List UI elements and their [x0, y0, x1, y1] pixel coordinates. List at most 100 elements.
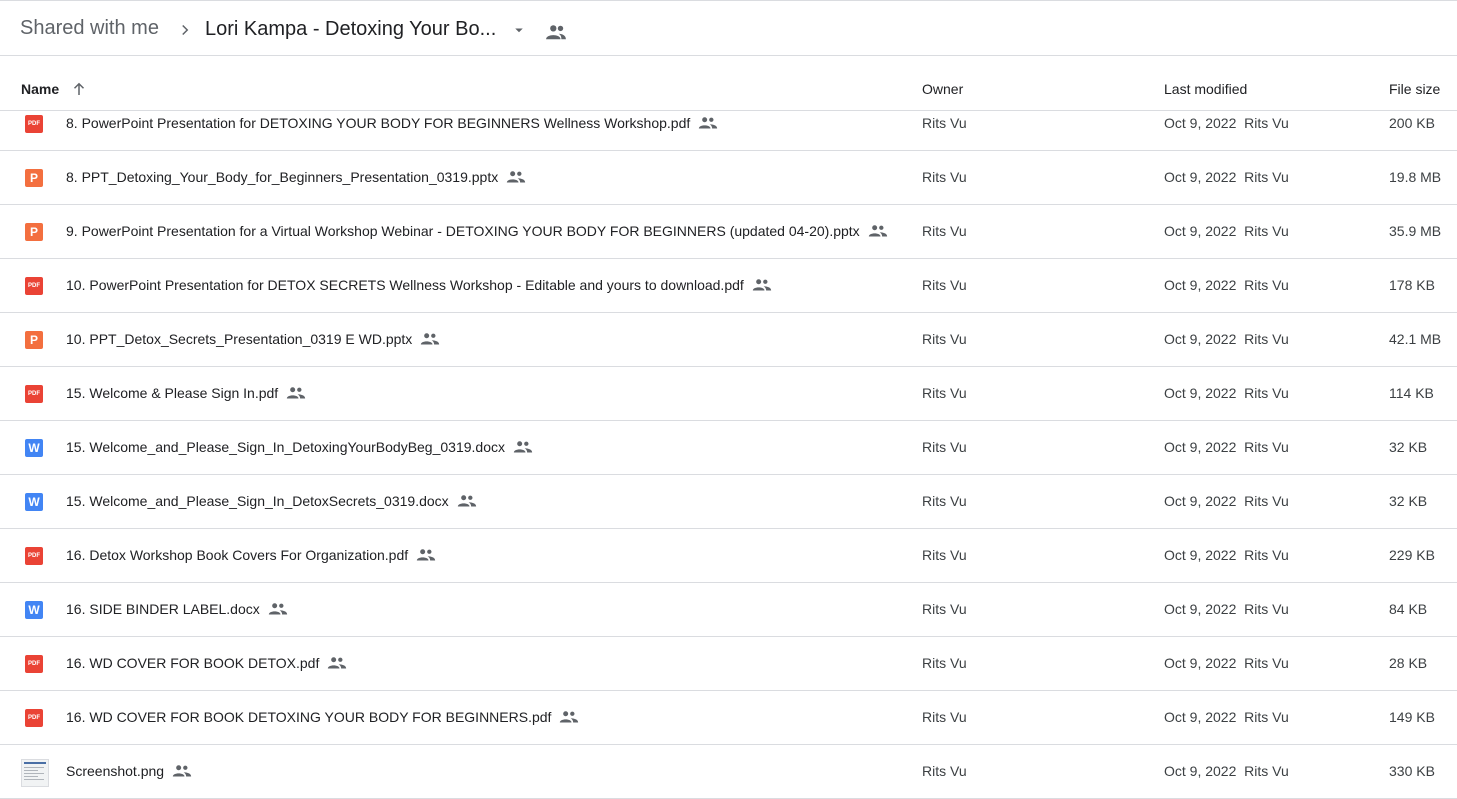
file-row[interactable]: PDF 15. Welcome & Please Sign In.pdf Rits … — [0, 367, 1457, 421]
file-size: 84 KB — [1389, 601, 1428, 617]
file-row[interactable]: P 8. PPT_Detoxing_Your_Body_for_Beginners… — [0, 151, 1457, 205]
file-name-text: 16. Detox Workshop Book Covers For Organ… — [66, 547, 409, 563]
shared-people-icon — [506, 170, 526, 184]
file-owner: Rits Vu — [922, 709, 967, 725]
file-row[interactable]: Screenshot.png Rits Vu Oct 9, 2022 Rits Vu… — [0, 745, 1457, 799]
file-name-text: 10. PPT_Detox_Secrets_Presentation_0319 … — [66, 331, 413, 347]
file-last-modified: Oct 9, 2022 Rits Vu — [1164, 709, 1289, 725]
pptx-file-icon: P — [25, 331, 43, 349]
png-file-icon — [21, 759, 49, 787]
file-size: 149 KB — [1389, 709, 1435, 725]
file-last-modified: Oct 9, 2022 Rits Vu — [1164, 547, 1289, 563]
file-name[interactable]: 15. Welcome_and_Please_Sign_In_DetoxingY… — [66, 439, 533, 455]
file-owner: Rits Vu — [922, 385, 967, 401]
breadcrumb-current-folder[interactable]: Lori Kampa - Detoxing Your Bo... — [205, 18, 496, 41]
file-size: 35.9 MB — [1389, 223, 1442, 239]
file-name[interactable]: 16. WD COVER FOR BOOK DETOX.pdf — [66, 655, 347, 671]
shared-people-icon — [268, 602, 288, 616]
file-size: 229 KB — [1389, 547, 1435, 563]
file-name[interactable]: Screenshot.png — [66, 763, 192, 779]
file-last-modified: Oct 9, 2022 Rits Vu — [1164, 169, 1289, 185]
dropdown-arrow-icon[interactable] — [510, 21, 528, 39]
file-last-modified: Oct 9, 2022 Rits Vu — [1164, 115, 1289, 131]
docx-file-icon: W — [25, 493, 43, 511]
file-last-modified: Oct 9, 2022 Rits Vu — [1164, 655, 1289, 671]
file-row[interactable]: W 16. SIDE BINDER LABEL.docx Rits Vu Oct 9,… — [0, 583, 1457, 637]
file-owner: Rits Vu — [922, 763, 967, 779]
file-name-text: 16. WD COVER FOR BOOK DETOX.pdf — [66, 655, 320, 671]
pdf-file-icon: PDF — [25, 709, 43, 727]
file-name[interactable]: 16. Detox Workshop Book Covers For Organ… — [66, 547, 436, 563]
shared-people-icon — [416, 548, 436, 562]
file-last-modified: Oct 9, 2022 Rits Vu — [1164, 223, 1289, 239]
column-header-owner[interactable]: Owner — [922, 81, 963, 97]
file-row[interactable]: PDF 8. PowerPoint Presentation for DETOXI… — [0, 98, 1457, 151]
file-list: PDF 8. PowerPoint Presentation for DETOXI… — [0, 98, 1457, 799]
column-header-file-size[interactable]: File size — [1389, 81, 1440, 97]
shared-people-icon — [172, 764, 192, 778]
file-size: 32 KB — [1389, 439, 1428, 455]
file-name[interactable]: 15. Welcome_and_Please_Sign_In_DetoxSecr… — [66, 493, 477, 509]
file-name-text: 8. PowerPoint Presentation for DETOXING … — [66, 115, 691, 131]
file-name[interactable]: 10. PPT_Detox_Secrets_Presentation_0319 … — [66, 331, 440, 347]
pdf-file-icon: PDF — [25, 547, 43, 565]
pptx-file-icon: P — [25, 223, 43, 241]
file-size: 330 KB — [1389, 763, 1435, 779]
breadcrumb: Shared with me Lori Kampa - Detoxing You… — [0, 1, 1457, 56]
file-owner: Rits Vu — [922, 493, 967, 509]
file-name-text: 8. PPT_Detoxing_Your_Body_for_Beginners_… — [66, 169, 499, 185]
shared-people-icon — [286, 386, 306, 400]
file-row[interactable]: P 10. PPT_Detox_Secrets_Presentation_0319… — [0, 313, 1457, 367]
file-row[interactable]: PDF 10. PowerPoint Presentation for DETOX… — [0, 259, 1457, 313]
file-name-text: 15. Welcome & Please Sign In.pdf — [66, 385, 279, 401]
shared-people-icon — [698, 116, 718, 130]
file-name-text: Screenshot.png — [66, 763, 165, 779]
pdf-file-icon: PDF — [25, 385, 43, 403]
file-last-modified: Oct 9, 2022 Rits Vu — [1164, 385, 1289, 401]
sort-ascending-arrow-icon[interactable] — [70, 80, 88, 98]
file-last-modified: Oct 9, 2022 Rits Vu — [1164, 277, 1289, 293]
docx-file-icon: W — [25, 601, 43, 619]
file-name[interactable]: 9. PowerPoint Presentation for a Virtual… — [66, 223, 888, 239]
file-owner: Rits Vu — [922, 169, 967, 185]
pdf-file-icon: PDF — [25, 115, 43, 133]
file-name[interactable]: 15. Welcome & Please Sign In.pdf — [66, 385, 306, 401]
file-name[interactable]: 8. PPT_Detoxing_Your_Body_for_Beginners_… — [66, 169, 526, 185]
file-name[interactable]: 16. SIDE BINDER LABEL.docx — [66, 601, 288, 617]
file-row[interactable]: PDF 16. Detox Workshop Book Covers For Or… — [0, 529, 1457, 583]
shared-people-icon — [868, 224, 888, 238]
file-owner: Rits Vu — [922, 223, 967, 239]
file-owner: Rits Vu — [922, 331, 967, 347]
shared-people-icon — [546, 25, 566, 40]
file-row[interactable]: PDF 16. WD COVER FOR BOOK DETOX.pdf Rits V… — [0, 637, 1457, 691]
column-header-name[interactable]: Name — [21, 81, 59, 97]
file-owner: Rits Vu — [922, 547, 967, 563]
file-name-text: 16. SIDE BINDER LABEL.docx — [66, 601, 260, 617]
file-name[interactable]: 8. PowerPoint Presentation for DETOXING … — [66, 115, 718, 131]
file-size: 114 KB — [1389, 385, 1434, 401]
file-size: 178 KB — [1389, 277, 1435, 293]
file-row[interactable]: P 9. PowerPoint Presentation for a Virtua… — [0, 205, 1457, 259]
file-owner: Rits Vu — [922, 277, 967, 293]
file-name[interactable]: 10. PowerPoint Presentation for DETOX SE… — [66, 277, 772, 293]
file-size: 32 KB — [1389, 493, 1428, 509]
file-last-modified: Oct 9, 2022 Rits Vu — [1164, 439, 1289, 455]
column-header-last-modified[interactable]: Last modified — [1164, 81, 1247, 97]
pdf-file-icon: PDF — [25, 655, 43, 673]
file-row[interactable]: W 15. Welcome_and_Please_Sign_In_DetoxSec… — [0, 475, 1457, 529]
file-size: 19.8 MB — [1389, 169, 1442, 185]
chevron-right-icon — [182, 24, 189, 36]
file-row[interactable]: W 15. Welcome_and_Please_Sign_In_Detoxing… — [0, 421, 1457, 475]
shared-people-icon — [457, 494, 477, 508]
shared-people-icon — [513, 440, 533, 454]
file-last-modified: Oct 9, 2022 Rits Vu — [1164, 763, 1289, 779]
pptx-file-icon: P — [25, 169, 43, 187]
file-row[interactable]: PDF 16. WD COVER FOR BOOK DETOXING YOUR B… — [0, 691, 1457, 745]
file-name-text: 15. Welcome_and_Please_Sign_In_DetoxSecr… — [66, 493, 449, 509]
file-name[interactable]: 16. WD COVER FOR BOOK DETOXING YOUR BODY… — [66, 709, 579, 725]
file-name-text: 10. PowerPoint Presentation for DETOX SE… — [66, 277, 744, 293]
file-owner: Rits Vu — [922, 601, 967, 617]
shared-people-icon — [559, 710, 579, 724]
file-name-text: 9. PowerPoint Presentation for a Virtual… — [66, 223, 860, 239]
breadcrumb-shared-with-me[interactable]: Shared with me — [20, 17, 159, 40]
